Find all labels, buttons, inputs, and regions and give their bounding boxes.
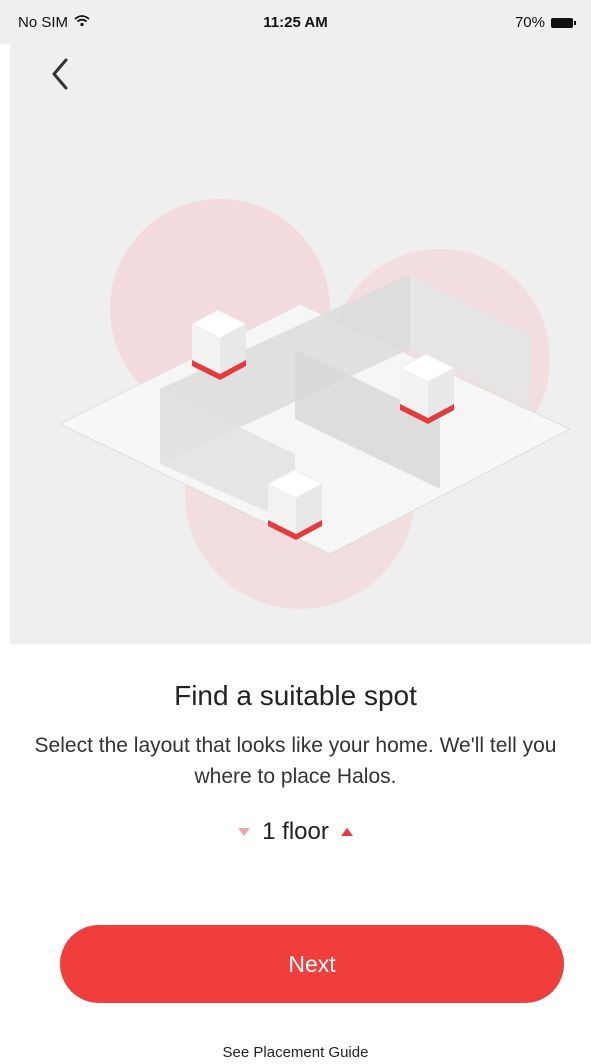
chevron-left-icon bbox=[50, 58, 70, 95]
battery-icon bbox=[551, 17, 576, 28]
triangle-up-icon[interactable] bbox=[340, 828, 353, 836]
halo-unit-3 bbox=[266, 469, 324, 540]
page-subtitle: Select the layout that looks like your h… bbox=[34, 734, 557, 788]
triangle-down-icon[interactable] bbox=[238, 828, 251, 836]
floor-selector: 1 floor bbox=[0, 818, 591, 846]
placement-guide-link[interactable]: See Placement Guide bbox=[0, 1044, 591, 1061]
halo-unit-2 bbox=[398, 353, 456, 424]
status-time: 11:25 AM bbox=[263, 14, 328, 31]
floor-value: 1 floor bbox=[262, 818, 329, 845]
status-bar: No SIM 11:25 AM 70% bbox=[0, 0, 591, 44]
illustration-svg bbox=[58, 199, 572, 609]
layout-illustration bbox=[10, 44, 591, 644]
back-button[interactable] bbox=[40, 56, 80, 96]
next-button[interactable]: Next bbox=[60, 925, 564, 1003]
halo-unit-1 bbox=[190, 309, 248, 380]
page-title: Find a suitable spot bbox=[174, 680, 417, 711]
status-right: 70% bbox=[514, 14, 576, 31]
battery-percentage: 70% bbox=[514, 14, 545, 31]
